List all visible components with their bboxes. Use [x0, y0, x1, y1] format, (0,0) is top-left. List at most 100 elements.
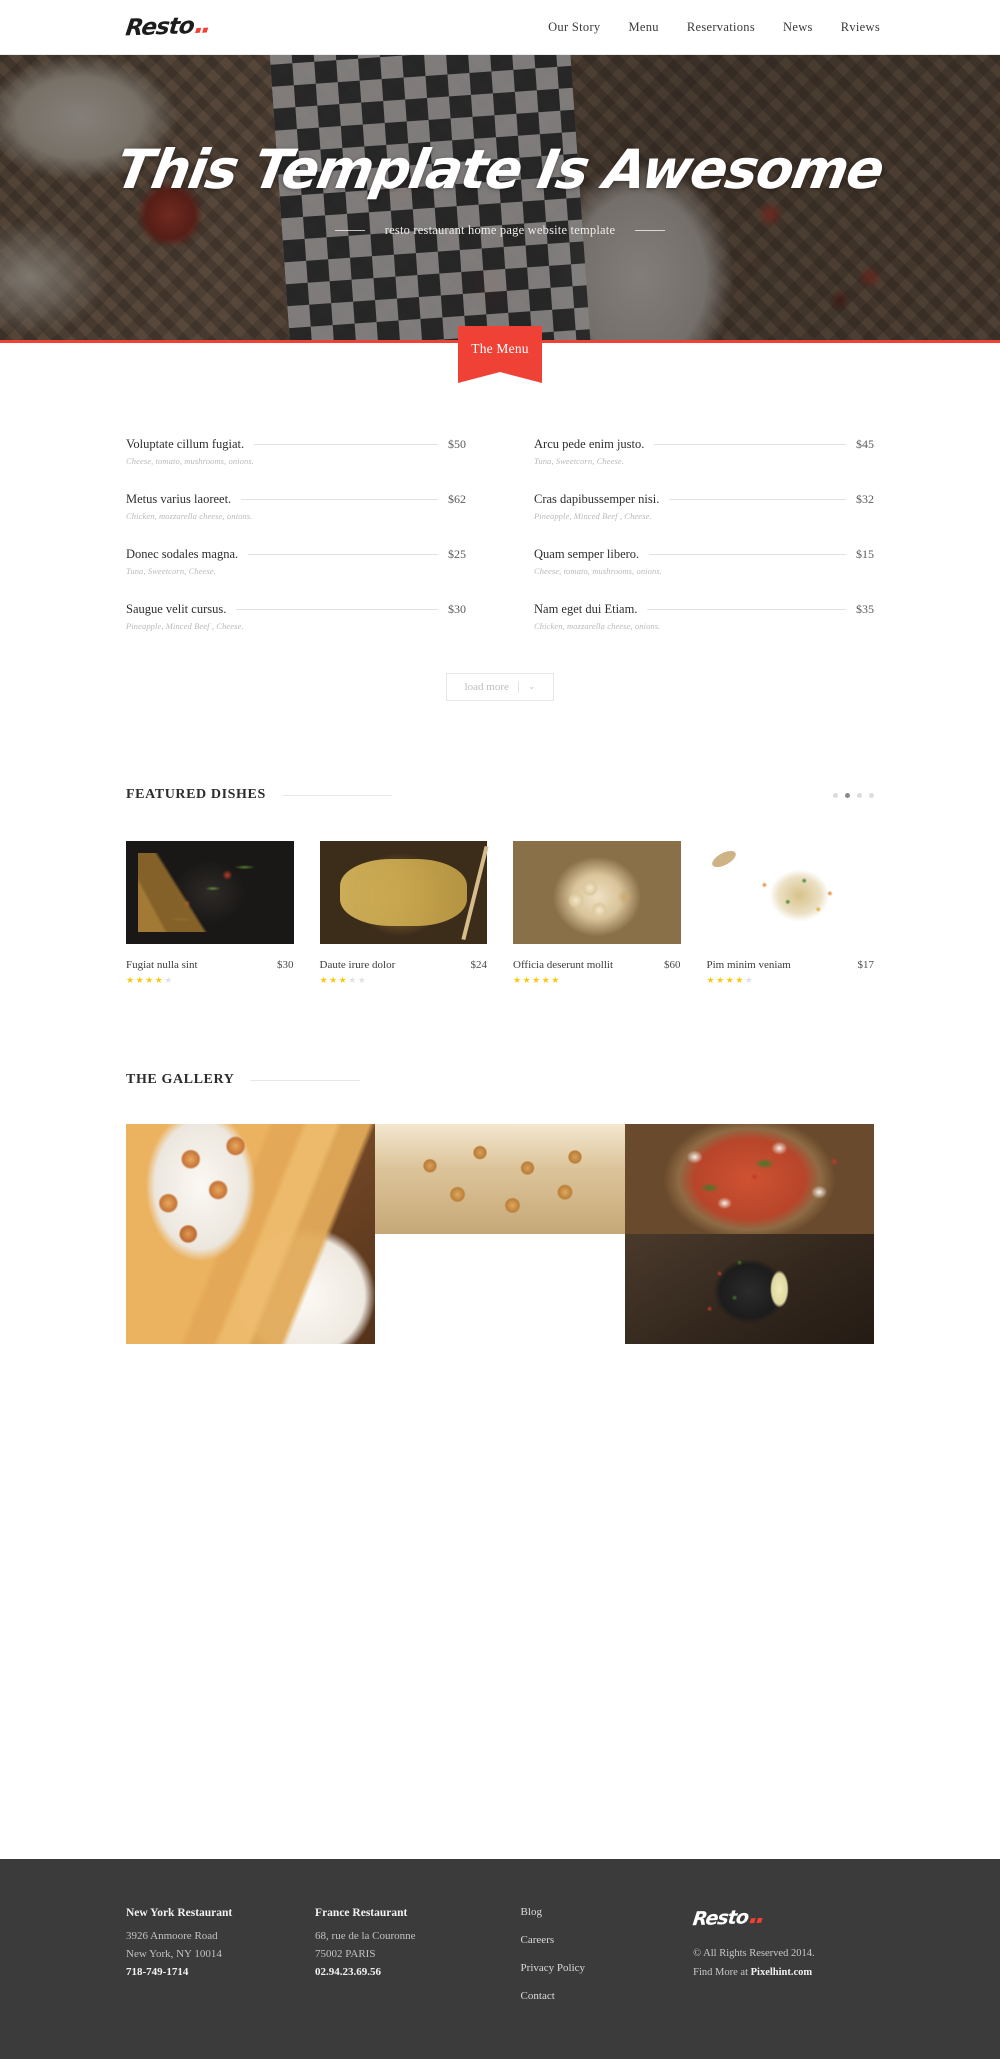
- footer-link-contact[interactable]: Contact: [521, 1991, 694, 2002]
- footer-logo-dot: ..: [747, 1899, 766, 1931]
- footer-ny-phone[interactable]: 718-749-1714: [126, 1966, 315, 1978]
- featured-dishes-heading: FEATURED DISHES: [0, 787, 1000, 803]
- dish-meta: Fugiat nulla sint $30: [126, 959, 294, 971]
- dish-meta: Officia deserunt mollit $60: [513, 959, 681, 971]
- menu-item-row: Cras dapibussemper nisi. $32: [534, 492, 874, 507]
- dish-rating-stars: ★★★★★: [319, 976, 368, 986]
- menu-grid: Voluptate cillum fugiat. $50 Cheese, tom…: [126, 431, 874, 631]
- featured-dishes-grid: Fugiat nulla sint $30 ★★★★★ Daute irure …: [0, 841, 1000, 986]
- dish-price: $60: [664, 959, 681, 971]
- menu-item-price: $45: [856, 437, 874, 451]
- footer-fr-phone[interactable]: 02.94.23.69.56: [315, 1966, 521, 1978]
- footer-link-privacy-policy[interactable]: Privacy Policy: [521, 1963, 694, 1974]
- nav-item-our-story[interactable]: Our Story: [548, 20, 600, 35]
- nav-item-menu[interactable]: Menu: [628, 20, 658, 35]
- dish-card[interactable]: Fugiat nulla sint $30 ★★★★★: [126, 841, 294, 986]
- featured-dishes-section: FEATURED DISHES Fugiat nulla sint $30 ★★…: [0, 787, 1000, 986]
- menu-item[interactable]: Nam eget dui Etiam. $35 Chicken, mozzare…: [534, 596, 874, 631]
- dish-card[interactable]: Pim minim veniam $17 ★★★★★: [706, 841, 874, 986]
- gallery-rule: [250, 1079, 361, 1081]
- menu-section: Voluptate cillum fugiat. $50 Cheese, tom…: [0, 389, 1000, 701]
- footer-fr-address-1: 68, rue de la Couronne: [315, 1930, 416, 1942]
- menu-item-row: Nam eget dui Etiam. $35: [534, 602, 874, 617]
- menu-item[interactable]: Arcu pede enim justo. $45 Tuna, Sweetcor…: [534, 431, 874, 466]
- nav-item-rviews[interactable]: Rviews: [841, 20, 880, 35]
- menu-item-name: Saugue velit cursus.: [126, 602, 227, 616]
- menu-item[interactable]: Donec sodales magna. $25 Tuna, Sweetcorn…: [126, 541, 466, 576]
- menu-item[interactable]: Saugue velit cursus. $30 Pineapple, Minc…: [126, 596, 466, 631]
- menu-item-name: Cras dapibussemper nisi.: [534, 492, 660, 506]
- dish-card[interactable]: Daute irure dolor $24 ★★★★★: [319, 841, 488, 986]
- footer-credit-brand[interactable]: Pixelhint.com: [751, 1967, 813, 1978]
- menu-item-row: Metus varius laoreet. $62: [126, 492, 466, 507]
- footer-logo[interactable]: Resto..: [692, 1900, 766, 1930]
- dish-name: Daute irure dolor: [319, 959, 396, 971]
- menu-item[interactable]: Quam semper libero. $15 Cheese, tomato, …: [534, 541, 874, 576]
- menu-item-description: Cheese, tomato, mushrooms, onions.: [126, 456, 254, 466]
- footer-copyright: © All Rights Reserved 2014.: [693, 1948, 815, 1959]
- menu-item[interactable]: Metus varius laoreet. $62 Chicken, mozza…: [126, 486, 466, 521]
- menu-item-row: Saugue velit cursus. $30: [126, 602, 466, 617]
- the-menu-ribbon-label: The Menu: [471, 341, 529, 356]
- menu-item-price: $50: [448, 437, 466, 451]
- gallery-section: THE GALLERY: [0, 1072, 1000, 1344]
- gallery-image-2[interactable]: [375, 1124, 625, 1234]
- gallery-heading: THE GALLERY: [0, 1072, 1000, 1088]
- footer-credit-prefix: Find More at: [693, 1966, 751, 1978]
- footer-link-careers[interactable]: Careers: [521, 1935, 694, 1946]
- carousel-dot-2[interactable]: [845, 792, 850, 798]
- menu-item-price: $32: [856, 492, 874, 506]
- site-logo-text: Resto: [124, 13, 196, 42]
- site-header: Resto.. Our Story Menu Reservations News…: [0, 0, 1000, 55]
- carousel-dot-4[interactable]: [869, 792, 874, 798]
- menu-item-price: $25: [448, 547, 466, 561]
- menu-item-price: $15: [856, 547, 874, 561]
- footer-fr-address-2: 75002 PARIS: [315, 1948, 376, 1961]
- site-logo[interactable]: Resto..: [124, 9, 211, 42]
- menu-item[interactable]: Cras dapibussemper nisi. $32 Pineapple, …: [534, 486, 874, 521]
- site-logo-dot: ..: [193, 9, 211, 41]
- chevron-down-icon: ⌄: [527, 682, 536, 692]
- dish-meta: Daute irure dolor $24: [320, 959, 488, 971]
- footer-col-links: Blog Careers Privacy Policy Contact: [521, 1907, 694, 2059]
- menu-item-name: Arcu pede enim justo.: [534, 437, 645, 451]
- carousel-dot-3[interactable]: [857, 792, 862, 798]
- footer-col-new-york: New York Restaurant 3926 Anmoore Road Ne…: [126, 1907, 315, 2059]
- menu-item-description: Tuna, Sweetcorn, Cheese.: [126, 566, 216, 576]
- site-footer: New York Restaurant 3926 Anmoore Road Ne…: [0, 1859, 1000, 2059]
- dish-rating-stars: ★★★★★: [706, 976, 755, 986]
- footer-link-blog[interactable]: Blog: [521, 1907, 694, 1918]
- hero-rule-right: [635, 229, 666, 231]
- footer-ny-address-2: New York, NY 10014: [126, 1948, 222, 1961]
- gallery-image-1[interactable]: [126, 1124, 376, 1344]
- hero-subtitle-row: resto restaurant home page website templ…: [334, 223, 666, 238]
- menu-item-leader: [241, 499, 438, 500]
- load-more-button[interactable]: load more ⌄: [445, 673, 555, 701]
- gallery-image-3[interactable]: [624, 1124, 874, 1234]
- dish-image: [319, 841, 487, 944]
- dish-card[interactable]: Officia deserunt mollit $60 ★★★★★: [513, 841, 681, 986]
- menu-item-leader: [649, 554, 846, 555]
- menu-item-description: Pineapple, Minced Beef , Cheese.: [126, 621, 244, 631]
- menu-item-row: Donec sodales magna. $25: [126, 547, 466, 562]
- menu-item[interactable]: Voluptate cillum fugiat. $50 Cheese, tom…: [126, 431, 466, 466]
- gallery-grid: [0, 1124, 1000, 1344]
- nav-item-news[interactable]: News: [783, 20, 813, 35]
- menu-item-name: Donec sodales magna.: [126, 547, 239, 561]
- footer-ny-address-1: 3926 Anmoore Road: [126, 1930, 218, 1942]
- gallery-image-4[interactable]: [375, 1234, 624, 1344]
- footer-col-france: France Restaurant 68, rue de la Couronne…: [315, 1907, 521, 2059]
- menu-item-row: Voluptate cillum fugiat. $50: [126, 437, 466, 452]
- carousel-dot-1[interactable]: [833, 792, 838, 798]
- dish-name: Pim minim veniam: [706, 959, 791, 971]
- menu-ribbon-wrap: The Menu: [0, 326, 1000, 389]
- featured-dishes-title: FEATURED DISHES: [126, 787, 266, 802]
- menu-item-description: Chicken, mozzarella cheese, onions.: [534, 621, 661, 631]
- menu-item-name: Voluptate cillum fugiat.: [126, 437, 245, 451]
- hero-rule-left: [334, 229, 365, 231]
- menu-item-leader: [248, 554, 438, 555]
- gallery-image-5[interactable]: [624, 1234, 874, 1344]
- nav-item-reservations[interactable]: Reservations: [687, 20, 755, 35]
- menu-item-leader: [647, 609, 846, 610]
- the-menu-ribbon: The Menu: [458, 326, 542, 383]
